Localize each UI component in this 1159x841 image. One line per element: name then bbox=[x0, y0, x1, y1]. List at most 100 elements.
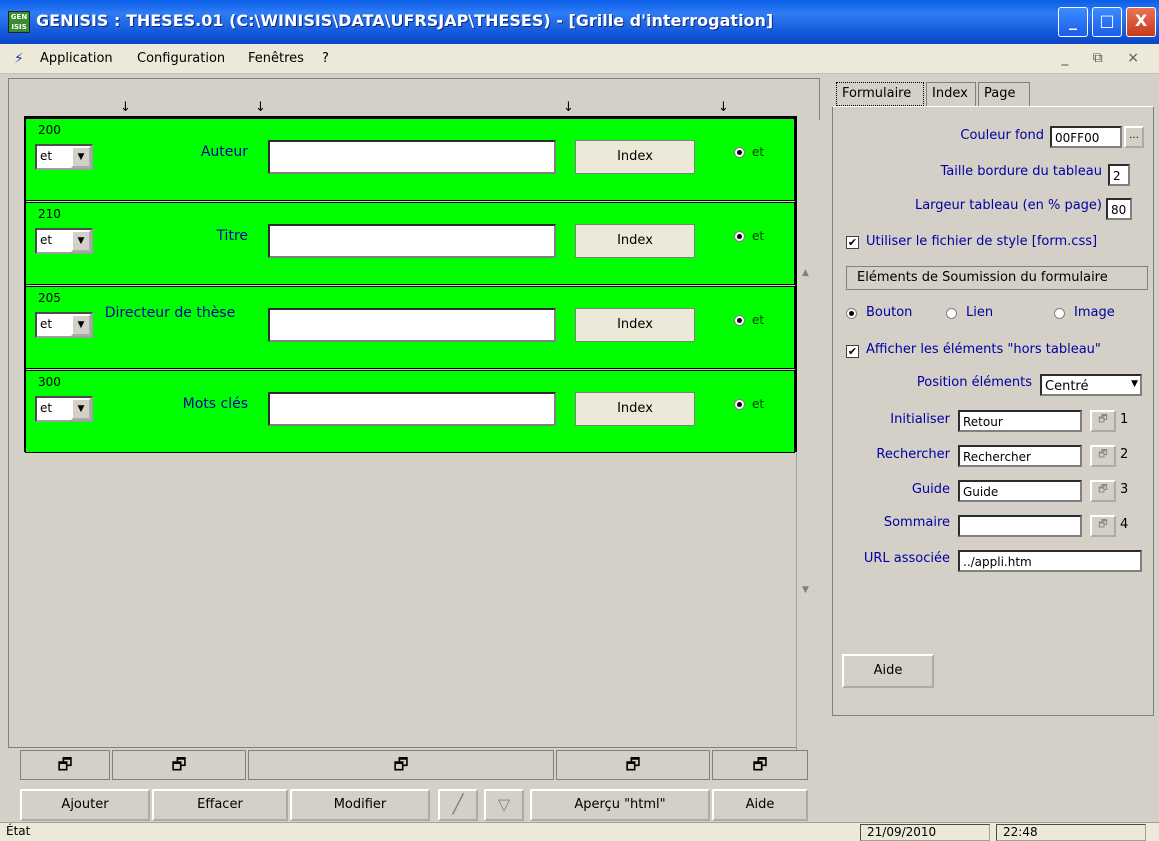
properties-icon[interactable]: 🗗 bbox=[20, 750, 110, 780]
index-button[interactable]: Index bbox=[575, 224, 695, 258]
operator-value: et bbox=[40, 317, 53, 331]
properties-icon[interactable]: 🗗 bbox=[1090, 445, 1116, 467]
app-icon[interactable]: GEN ISIS bbox=[8, 11, 30, 33]
sommaire-label: Sommaire bbox=[883, 515, 950, 530]
chevron-down-icon[interactable]: ▼ bbox=[1131, 379, 1138, 389]
status-text: État bbox=[6, 824, 31, 838]
operator-select[interactable]: et ▼ bbox=[35, 144, 93, 170]
radio-lien-label: Lien bbox=[966, 305, 994, 320]
vertical-scrollbar[interactable] bbox=[796, 120, 820, 750]
radio-et[interactable] bbox=[734, 231, 745, 242]
add-button[interactable]: Ajouter bbox=[20, 789, 150, 821]
radio-image-label: Image bbox=[1074, 305, 1115, 320]
help-button[interactable]: Aide bbox=[712, 789, 808, 821]
chevron-down-icon[interactable]: ▼ bbox=[71, 398, 91, 420]
properties-icon[interactable]: 🗗 bbox=[248, 750, 554, 780]
tab-formulaire[interactable]: Formulaire bbox=[836, 82, 924, 106]
scroll-down-icon[interactable]: ▼ bbox=[802, 585, 809, 595]
couleur-fond-input[interactable]: 00FF00 bbox=[1050, 126, 1122, 148]
largeur-tableau-label: Largeur tableau (en % page) bbox=[914, 198, 1102, 213]
rechercher-input[interactable]: Rechercher bbox=[958, 445, 1082, 467]
properties-icon[interactable]: 🗗 bbox=[712, 750, 808, 780]
mdi-doc-icon[interactable]: ⚡ bbox=[14, 51, 32, 67]
radio-et-label: et bbox=[752, 145, 765, 159]
mdi-controls[interactable]: _ ⧉ × bbox=[1061, 50, 1149, 66]
maximize-button[interactable]: □ bbox=[1092, 7, 1122, 37]
menu-help[interactable]: ? bbox=[322, 51, 329, 66]
hors-tableau-label: Afficher les éléments "hors tableau" bbox=[866, 342, 1101, 357]
largeur-tableau-input[interactable]: 80 bbox=[1106, 198, 1132, 220]
close-button[interactable]: X bbox=[1126, 7, 1156, 37]
move-down-icon[interactable]: ▽ bbox=[484, 789, 524, 821]
hors-tableau-checkbox[interactable]: ✔ bbox=[846, 345, 859, 358]
search-input[interactable] bbox=[268, 140, 556, 174]
operator-value: et bbox=[40, 149, 53, 163]
properties-icon[interactable]: 🗗 bbox=[1090, 410, 1116, 432]
preview-html-button[interactable]: Aperçu "html" bbox=[530, 789, 710, 821]
chevron-down-icon[interactable]: ▼ bbox=[71, 230, 91, 252]
position-value: Centré bbox=[1045, 379, 1089, 394]
minimize-button[interactable]: _ bbox=[1058, 7, 1088, 37]
operator-value: et bbox=[40, 401, 53, 415]
index-button[interactable]: Index bbox=[575, 308, 695, 342]
properties-icon[interactable]: 🗗 bbox=[1090, 480, 1116, 502]
radio-lien[interactable] bbox=[946, 308, 957, 319]
index-button[interactable]: Index bbox=[575, 140, 695, 174]
field-number: 4 bbox=[1120, 517, 1129, 532]
status-date: 21/09/2010 bbox=[860, 824, 990, 841]
column-marker-icon[interactable]: ↓ bbox=[718, 100, 729, 115]
status-time: 22:48 bbox=[996, 824, 1146, 841]
sommaire-input[interactable] bbox=[958, 515, 1082, 537]
index-button[interactable]: Index bbox=[575, 392, 695, 426]
radio-bouton-label: Bouton bbox=[866, 305, 913, 320]
use-style-checkbox[interactable]: ✔ bbox=[846, 236, 859, 249]
url-label: URL associée bbox=[863, 551, 950, 566]
column-marker-icon[interactable]: ↓ bbox=[120, 100, 131, 115]
use-style-label: Utiliser le fichier de style [form.css] bbox=[866, 234, 1098, 249]
couleur-fond-label: Couleur fond bbox=[960, 128, 1044, 143]
field-number: 1 bbox=[1120, 412, 1129, 427]
delete-button[interactable]: Effacer bbox=[152, 789, 288, 821]
radio-et[interactable] bbox=[734, 147, 745, 158]
radio-et[interactable] bbox=[734, 399, 745, 410]
color-picker-button[interactable]: ... bbox=[1124, 126, 1144, 148]
radio-et-label: et bbox=[752, 229, 765, 243]
scroll-up-icon[interactable]: ▲ bbox=[802, 268, 809, 278]
chevron-down-icon[interactable]: ▼ bbox=[71, 314, 91, 336]
position-select[interactable]: Centré ▼ bbox=[1040, 374, 1142, 396]
radio-bouton[interactable] bbox=[846, 308, 857, 319]
move-up-icon[interactable]: ╱ bbox=[438, 789, 478, 821]
column-marker-icon[interactable]: ↓ bbox=[255, 100, 266, 115]
radio-et[interactable] bbox=[734, 315, 745, 326]
tab-page[interactable]: Page bbox=[978, 82, 1030, 106]
search-input[interactable] bbox=[268, 392, 556, 426]
rechercher-label: Rechercher bbox=[876, 447, 950, 462]
field-tag: 205 bbox=[38, 291, 61, 305]
guide-input[interactable]: Guide bbox=[958, 480, 1082, 502]
field-label: Titre bbox=[216, 228, 248, 244]
operator-select[interactable]: et ▼ bbox=[35, 228, 93, 254]
search-input[interactable] bbox=[268, 308, 556, 342]
modify-button[interactable]: Modifier bbox=[290, 789, 430, 821]
radio-image[interactable] bbox=[1054, 308, 1065, 319]
url-input[interactable]: ../appli.htm bbox=[958, 550, 1142, 572]
panel-help-button[interactable]: Aide bbox=[842, 654, 934, 688]
window-title: GENISIS : THESES.01 (C:\WINISIS\DATA\UFR… bbox=[36, 11, 774, 30]
chevron-down-icon[interactable]: ▼ bbox=[71, 146, 91, 168]
initialiser-label: Initialiser bbox=[890, 412, 950, 427]
operator-select[interactable]: et ▼ bbox=[35, 312, 93, 338]
menu-fenetres[interactable]: Fenêtres bbox=[248, 51, 304, 66]
properties-icon[interactable]: 🗗 bbox=[112, 750, 246, 780]
menu-configuration[interactable]: Configuration bbox=[137, 51, 225, 66]
tab-index[interactable]: Index bbox=[926, 82, 976, 106]
search-input[interactable] bbox=[268, 224, 556, 258]
guide-label: Guide bbox=[911, 482, 950, 497]
radio-et-label: et bbox=[752, 313, 765, 327]
initialiser-input[interactable]: Retour bbox=[958, 410, 1082, 432]
menu-application[interactable]: Application bbox=[40, 51, 113, 66]
taille-bordure-input[interactable]: 2 bbox=[1108, 164, 1130, 186]
properties-icon[interactable]: 🗗 bbox=[556, 750, 710, 780]
properties-icon[interactable]: 🗗 bbox=[1090, 515, 1116, 537]
operator-select[interactable]: et ▼ bbox=[35, 396, 93, 422]
column-marker-icon[interactable]: ↓ bbox=[563, 100, 574, 115]
